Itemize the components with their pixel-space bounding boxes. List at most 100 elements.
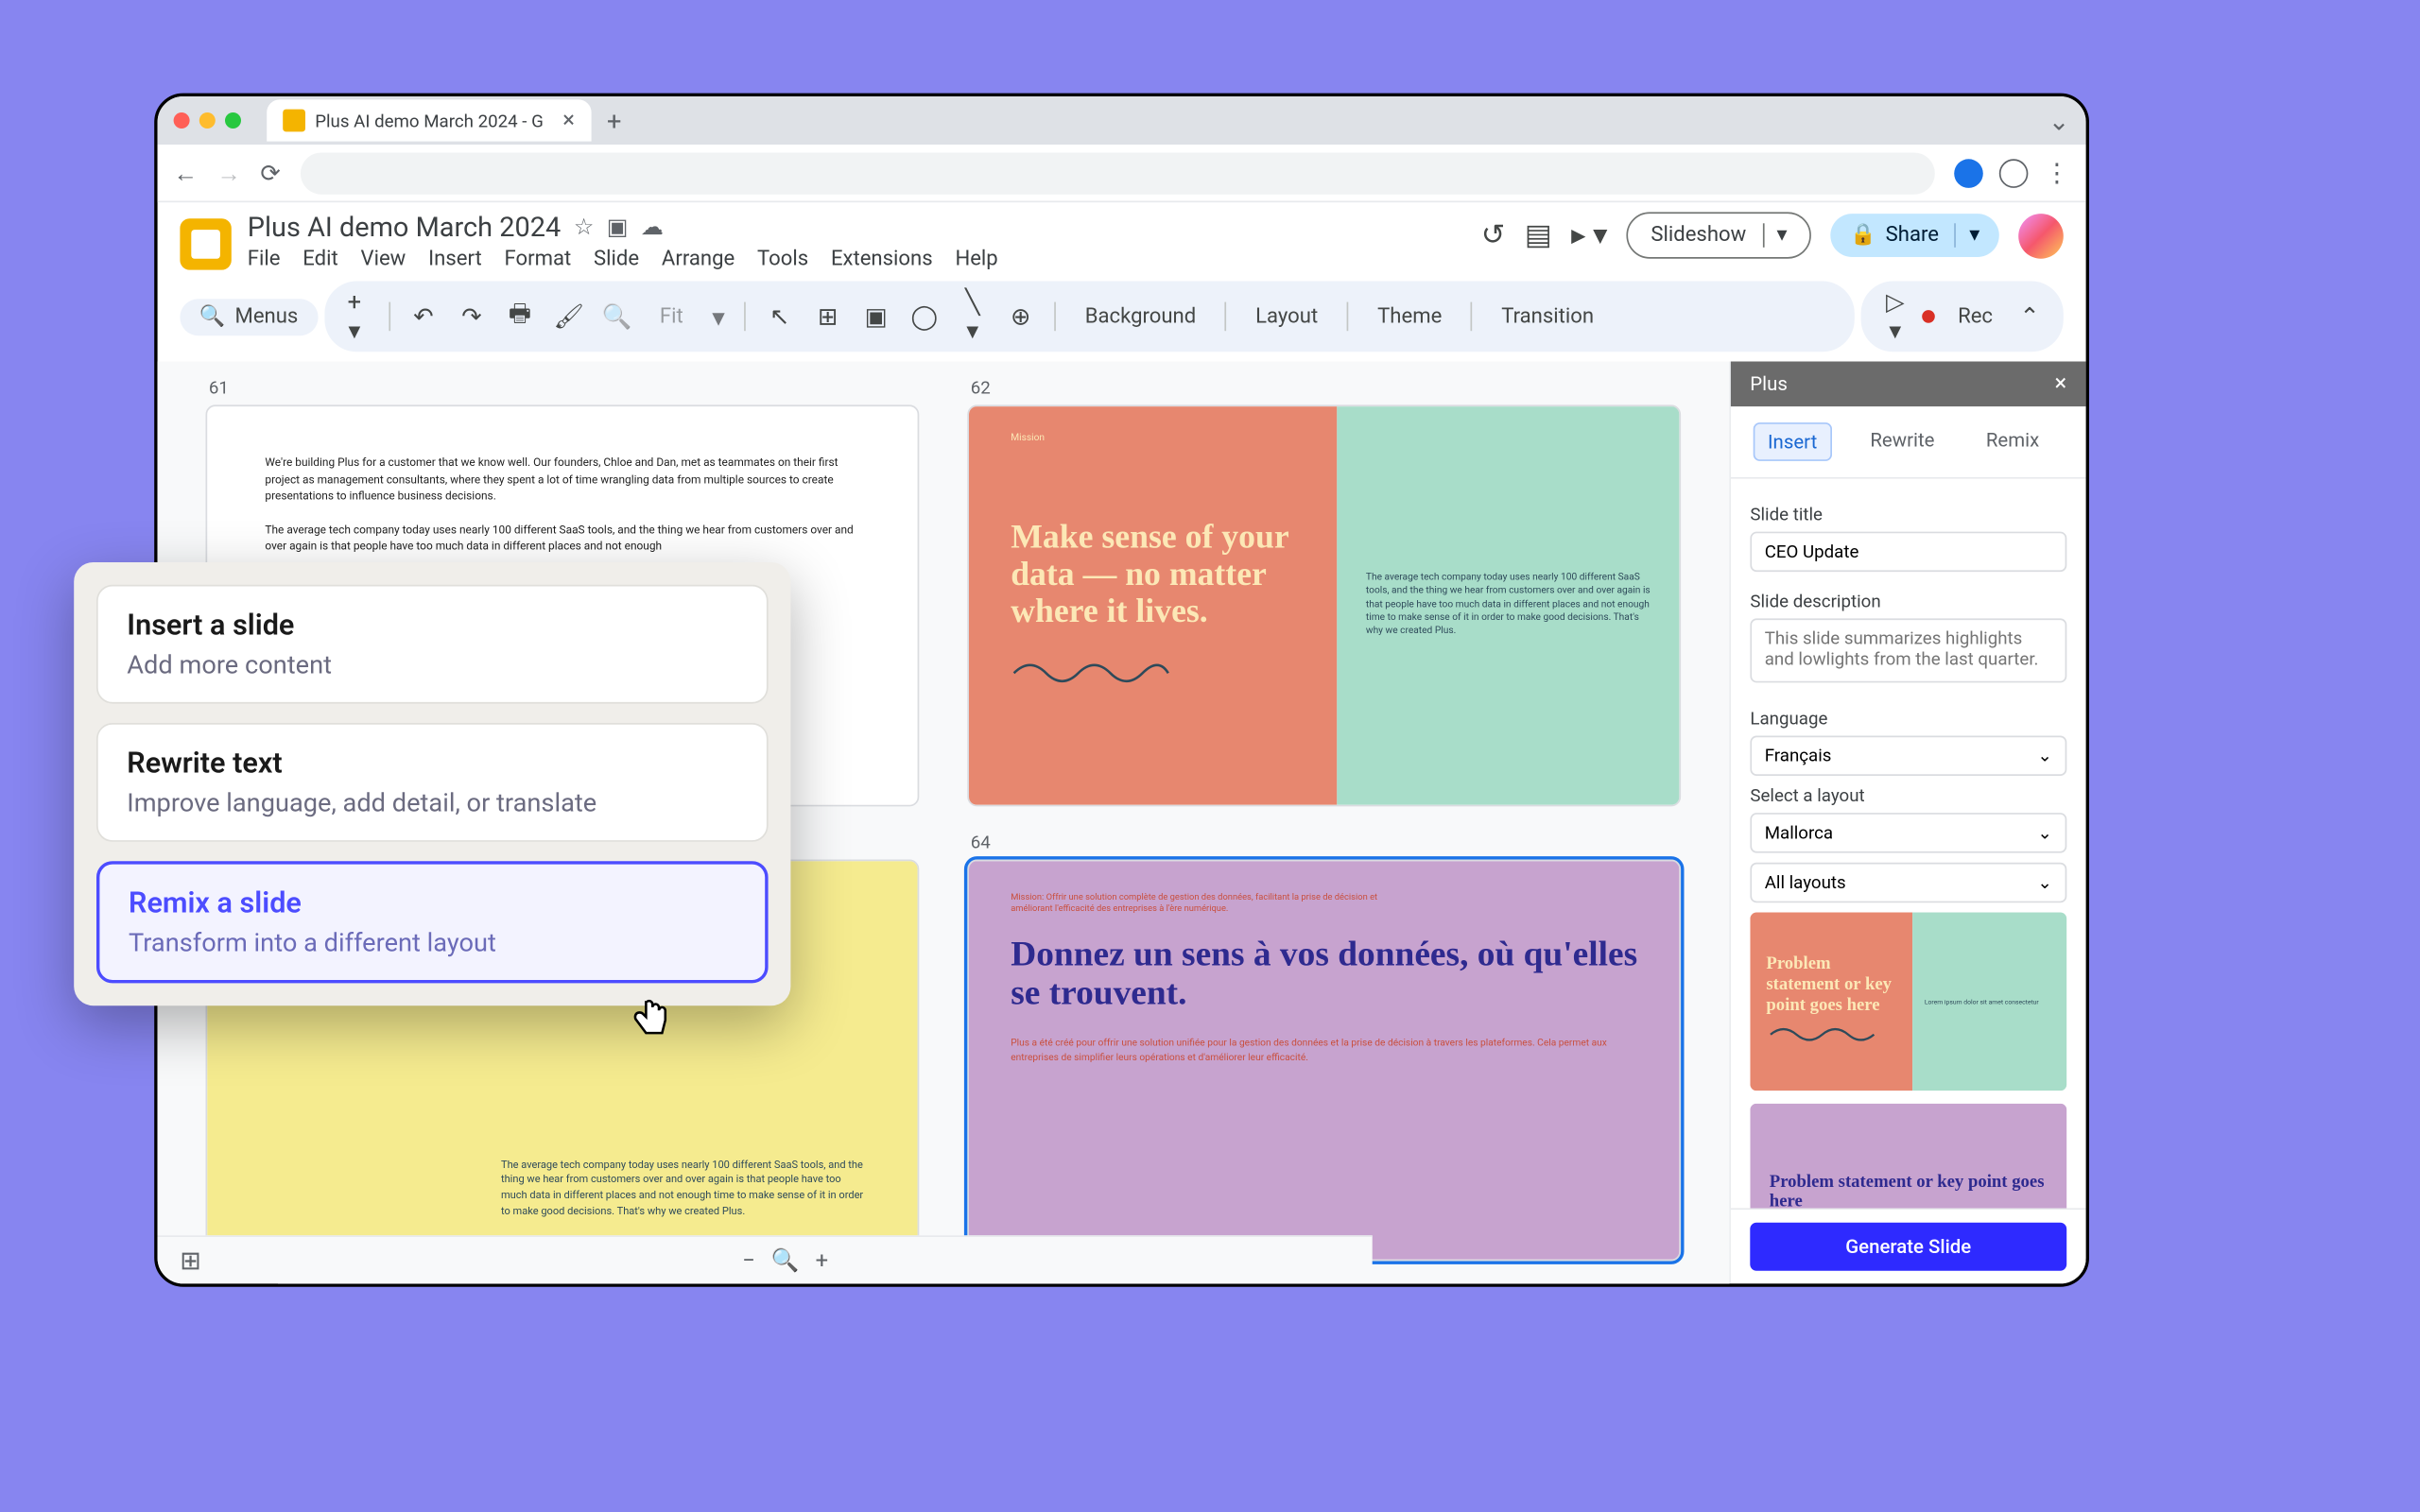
background-button[interactable]: Background	[1076, 304, 1206, 329]
generate-slide-button[interactable]: Generate Slide	[1750, 1223, 2066, 1271]
share-button[interactable]: 🔒 Share ▾	[1831, 214, 1999, 257]
transition-button[interactable]: Transition	[1492, 304, 1603, 329]
collapse-toolbar-icon[interactable]: ⌃	[2015, 302, 2045, 332]
user-avatar[interactable]	[2018, 213, 2064, 258]
record-indicator-icon	[1923, 310, 1936, 323]
layout-theme-select[interactable]: Mallorca ⌄	[1750, 813, 2066, 853]
slide-number: 62	[967, 378, 1681, 399]
menu-view[interactable]: View	[361, 248, 406, 272]
bottom-status-bar: ⊞ − 🔍 +	[158, 1235, 1373, 1283]
forward-icon[interactable]: →	[217, 158, 242, 187]
slide-number: 61	[206, 378, 920, 399]
pointer-mode-icon[interactable]: ▷ ▾	[1880, 287, 1910, 345]
comment-add-icon[interactable]: ⊕	[1006, 302, 1035, 332]
slides-app-icon[interactable]	[180, 218, 231, 269]
layout-select-label: Select a layout	[1750, 785, 2066, 806]
tab-remix[interactable]: Remix	[1973, 422, 2052, 461]
comments-icon[interactable]: ▤	[1525, 218, 1552, 252]
menu-tools[interactable]: Tools	[757, 248, 808, 272]
slide-title-label: Slide title	[1750, 505, 2066, 525]
layout-preview-1[interactable]: Problem statement or key point goes here…	[1750, 913, 2066, 1091]
doc-header: Plus AI demo March 2024 ☆ ▣ ☁ File Edit …	[158, 202, 2086, 271]
new-tab-button[interactable]: +	[607, 105, 621, 135]
record-button[interactable]: Rec	[1948, 304, 2002, 329]
print-icon[interactable]: 🖶	[506, 297, 535, 337]
menu-slide[interactable]: Slide	[594, 248, 639, 272]
move-folder-icon[interactable]: ▣	[607, 215, 628, 241]
slide-title-input[interactable]	[1750, 532, 2066, 573]
layout-filter-select[interactable]: All layouts ⌄	[1750, 863, 2066, 903]
zoom-fit[interactable]: Fit	[650, 304, 693, 329]
slideshow-dropdown-icon[interactable]: ▾	[1762, 223, 1787, 248]
window-controls	[174, 112, 241, 129]
close-window-dot[interactable]	[174, 112, 190, 129]
browser-tab[interactable]: Plus AI demo March 2024 - G ×	[267, 99, 591, 141]
reload-icon[interactable]: ⟳	[260, 158, 280, 187]
language-select[interactable]: Français ⌄	[1750, 736, 2066, 777]
slide-desc-label: Slide description	[1750, 592, 2066, 612]
meet-icon[interactable]: ▸ ▾	[1571, 218, 1607, 252]
address-bar[interactable]	[300, 152, 1935, 194]
star-icon[interactable]: ☆	[574, 215, 594, 241]
image-icon[interactable]: ▣	[861, 302, 890, 332]
chevron-down-icon: ⌄	[2037, 822, 2052, 843]
share-label: Share	[1886, 223, 1939, 248]
menu-edit[interactable]: Edit	[302, 248, 337, 272]
layout-button[interactable]: Layout	[1246, 304, 1327, 329]
extension-icon[interactable]	[1954, 158, 1983, 187]
tab-rewrite[interactable]: Rewrite	[1858, 422, 1947, 461]
history-icon[interactable]: ↺	[1481, 218, 1506, 252]
lock-icon: 🔒	[1850, 223, 1876, 248]
share-dropdown-icon[interactable]: ▾	[1955, 223, 1979, 248]
menu-search[interactable]: 🔍 Menus	[180, 298, 317, 335]
close-panel-icon[interactable]: ×	[2054, 371, 2066, 397]
slide-62[interactable]: Mission Make sense of your data — no mat…	[967, 404, 1681, 806]
cloud-status-icon: ☁	[641, 215, 664, 241]
shape-icon[interactable]: ◯	[909, 302, 939, 332]
zoom-in-icon[interactable]: +	[816, 1247, 829, 1273]
browser-menu-icon[interactable]: ⋮	[2044, 158, 2069, 188]
tab-title: Plus AI demo March 2024 - G	[315, 110, 544, 130]
menu-bar: File Edit View Insert Format Slide Arran…	[248, 248, 1465, 272]
popup-insert-slide[interactable]: Insert a slide Add more content	[96, 585, 769, 704]
back-icon[interactable]: ←	[174, 158, 199, 187]
redo-icon[interactable]: ↷	[458, 302, 487, 332]
menu-format[interactable]: Format	[505, 248, 572, 272]
record-group: ▷ ▾ Rec ⌃	[1861, 282, 2064, 352]
zoom-icon[interactable]: 🔍	[602, 302, 631, 332]
menu-insert[interactable]: Insert	[428, 248, 482, 272]
slide-number: 64	[967, 832, 1681, 852]
line-icon[interactable]: ╲ ▾	[958, 287, 987, 345]
slideshow-button[interactable]: Slideshow ▾	[1627, 212, 1811, 258]
browser-url-bar: ← → ⟳ ⋮	[158, 145, 2086, 202]
menu-help[interactable]: Help	[955, 248, 997, 272]
profile-circle-icon[interactable]	[1999, 158, 2029, 187]
grid-view-icon[interactable]: ⊞	[180, 1246, 201, 1276]
close-tab-icon[interactable]: ×	[562, 108, 575, 133]
action-popup: Insert a slide Add more content Rewrite …	[74, 562, 790, 1005]
slide-64[interactable]: Mission: Offrir une solution complète de…	[967, 859, 1681, 1261]
chevron-down-icon: ⌄	[2037, 872, 2052, 893]
popup-remix-slide[interactable]: Remix a slide Transform into a different…	[96, 861, 769, 983]
maximize-window-dot[interactable]	[225, 112, 241, 129]
theme-button[interactable]: Theme	[1368, 304, 1452, 329]
panel-tabs: Insert Rewrite Remix	[1731, 406, 2086, 479]
tab-insert[interactable]: Insert	[1754, 422, 1832, 461]
tab-overflow-icon[interactable]: ⌄	[2048, 105, 2070, 135]
popup-rewrite-text[interactable]: Rewrite text Improve language, add detai…	[96, 723, 769, 842]
menu-arrange[interactable]: Arrange	[662, 248, 735, 272]
textbox-icon[interactable]: ⊞	[813, 302, 842, 332]
zoom-reset-icon[interactable]: 🔍	[771, 1247, 800, 1273]
doc-title[interactable]: Plus AI demo March 2024	[248, 212, 561, 244]
minimize-window-dot[interactable]	[199, 112, 216, 129]
slide-desc-input[interactable]	[1750, 619, 2066, 683]
undo-icon[interactable]: ↶	[409, 302, 439, 332]
zoom-out-icon[interactable]: −	[742, 1247, 755, 1273]
new-slide-icon[interactable]: + ▾	[340, 287, 370, 345]
menu-file[interactable]: File	[248, 248, 281, 272]
slideshow-label: Slideshow	[1651, 223, 1746, 248]
select-tool-icon[interactable]: ↖	[765, 302, 794, 332]
menu-extensions[interactable]: Extensions	[831, 248, 933, 272]
paint-format-icon[interactable]: 🖌	[554, 302, 583, 332]
layout-preview-2[interactable]: Problem statement or key point goes here	[1750, 1104, 2066, 1209]
